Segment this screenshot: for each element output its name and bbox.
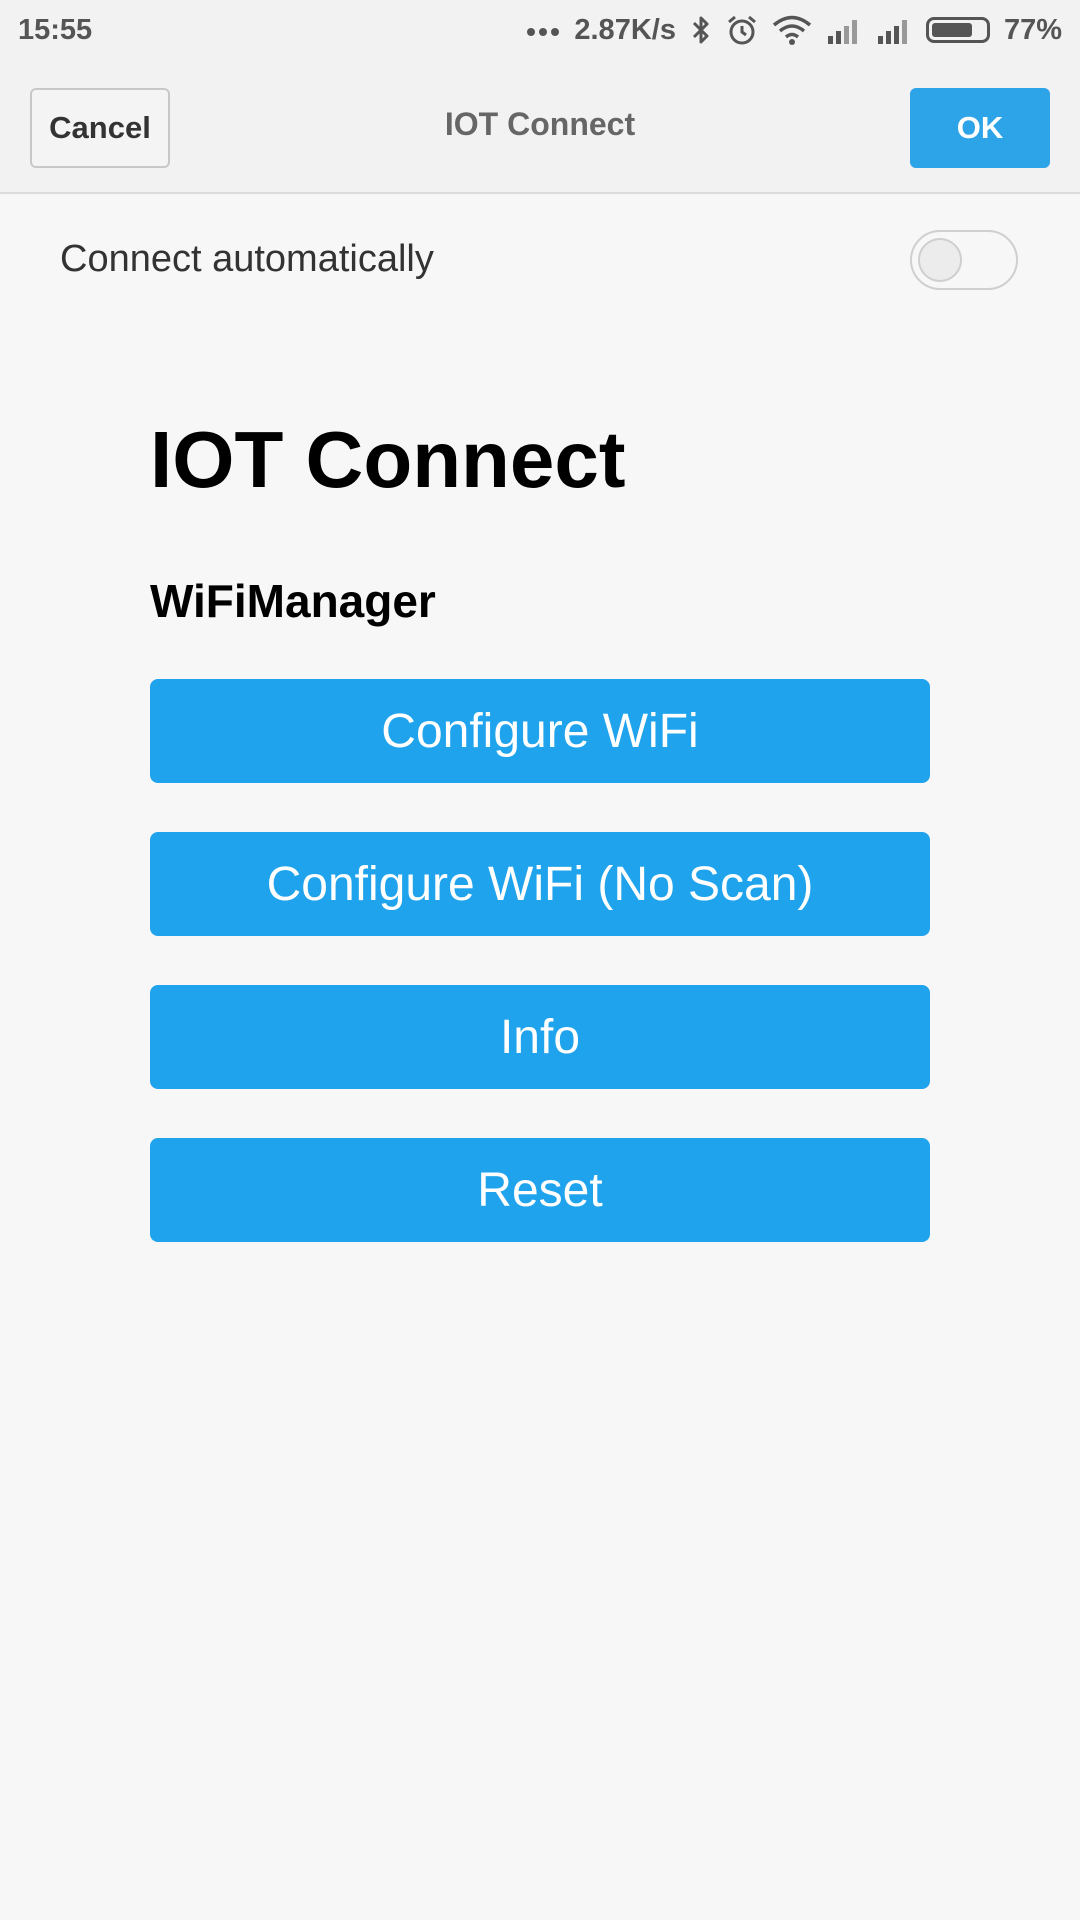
status-icons: 2.87K/s 77% [526,10,1062,50]
network-speed: 2.87K/s [574,13,676,46]
status-time: 15:55 [18,14,93,46]
wifi-icon [772,15,812,45]
alarm-icon [726,14,758,46]
status-bar: 15:55 2.87K/s 77% [0,0,1080,62]
page-heading: IOT Connect [150,415,626,504]
ok-button[interactable]: OK [910,88,1050,168]
configure-wifi-no-scan-button[interactable]: Configure WiFi (No Scan) [150,832,930,936]
signal-icon [876,16,912,44]
page-subheading: WiFiManager [150,575,436,627]
toggle-knob [918,238,962,282]
configure-wifi-button[interactable]: Configure WiFi [150,679,930,783]
app-bar: Cancel IOT Connect OK [0,62,1080,194]
signal-icon [826,16,862,44]
app-title: IOT Connect [444,106,636,142]
battery-icon [925,17,990,43]
battery-level [931,23,972,37]
info-button[interactable]: Info [150,985,930,1089]
battery-percent: 77% [1003,13,1062,46]
cancel-button[interactable]: Cancel [30,88,170,168]
reset-button[interactable]: Reset [150,1138,930,1242]
auto-connect-toggle[interactable] [910,230,1018,290]
auto-connect-label: Connect automatically [60,238,434,280]
more-dots-icon [526,24,560,36]
bluetooth-icon [690,14,712,46]
auto-connect-row: Connect automatically [0,196,1080,326]
